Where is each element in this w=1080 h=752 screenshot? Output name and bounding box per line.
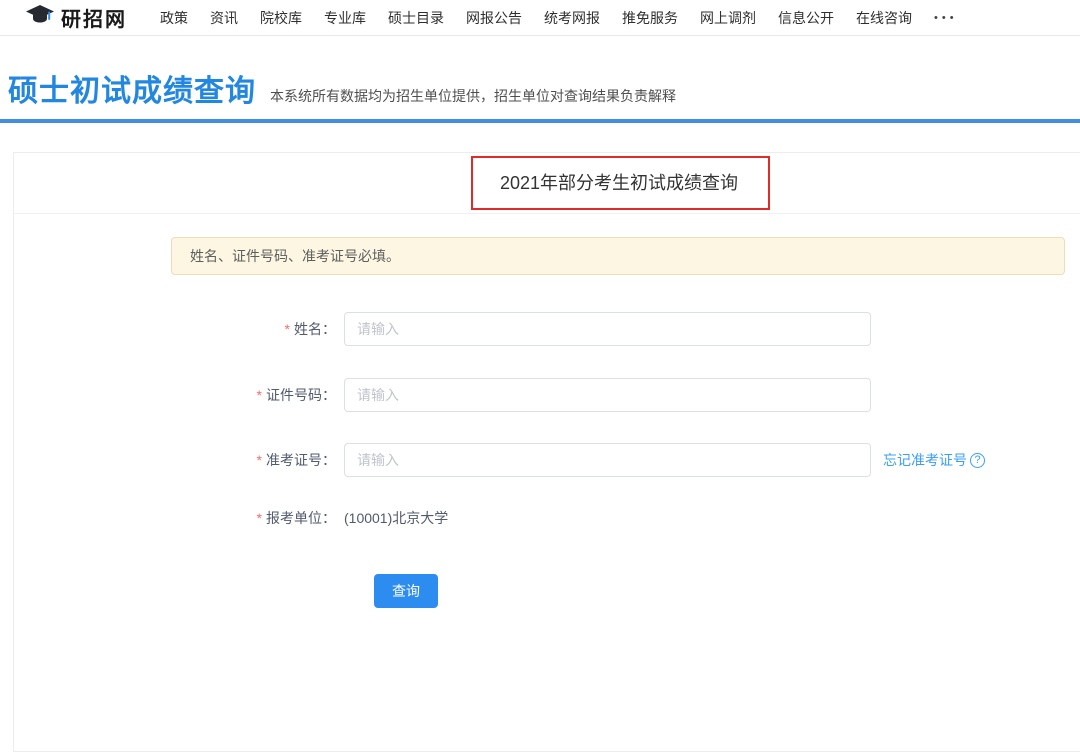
form-row-ticket: *准考证号： 忘记准考证号 ? — [14, 443, 1080, 477]
card-title: 2021年部分考生初试成绩查询 — [14, 153, 1080, 214]
nav-item-policy[interactable]: 政策 — [149, 8, 199, 28]
nav-item-consult[interactable]: 在线咨询 — [845, 8, 923, 28]
nav-item-info-public[interactable]: 信息公开 — [767, 8, 845, 28]
page-header: 硕士初试成绩查询 本系统所有数据均为招生单位提供，招生单位对查询结果负责解释 — [0, 36, 1080, 119]
form-row-name: *姓名： — [14, 312, 1080, 346]
name-label: *姓名： — [14, 312, 336, 346]
nav-item-unified-exam[interactable]: 统考网报 — [533, 8, 611, 28]
query-button[interactable]: 查询 — [374, 574, 438, 608]
nav-more-ellipsis-icon[interactable]: ••• — [923, 12, 969, 24]
nav-menu: 政策 资讯 院校库 专业库 硕士目录 网报公告 统考网报 推免服务 网上调剂 信… — [149, 8, 969, 28]
institution-label: *报考单位： — [14, 501, 336, 535]
required-asterisk: * — [257, 510, 262, 526]
required-asterisk: * — [257, 452, 262, 468]
top-nav: 研招网 政策 资讯 院校库 专业库 硕士目录 网报公告 统考网报 推免服务 网上… — [0, 0, 1080, 36]
nav-item-adjustment[interactable]: 网上调剂 — [689, 8, 767, 28]
blue-divider — [0, 119, 1080, 123]
required-asterisk: * — [257, 387, 262, 403]
required-asterisk: * — [285, 321, 290, 337]
nav-item-exempt-service[interactable]: 推免服务 — [611, 8, 689, 28]
form-row-id-number: *证件号码： — [14, 378, 1080, 412]
nav-item-online-notice[interactable]: 网报公告 — [455, 8, 533, 28]
forgot-ticket-link[interactable]: 忘记准考证号 ? — [883, 443, 985, 477]
card-header: 2021年部分考生初试成绩查询 — [14, 153, 1080, 214]
nav-item-master-catalog[interactable]: 硕士目录 — [377, 8, 455, 28]
page-title: 硕士初试成绩查询 — [8, 66, 256, 110]
institution-value: (10001)北京大学 — [344, 501, 448, 535]
form-row-submit: 查询 — [14, 574, 1080, 608]
query-card: 2021年部分考生初试成绩查询 姓名、证件号码、准考证号必填。 *姓名： *证件… — [13, 152, 1080, 752]
required-fields-notice: 姓名、证件号码、准考证号必填。 — [171, 237, 1065, 275]
ticket-input[interactable] — [344, 443, 871, 477]
logo-text: 研招网 — [61, 3, 127, 32]
name-input[interactable] — [344, 312, 871, 346]
id-number-input[interactable] — [344, 378, 871, 412]
nav-item-majors[interactable]: 专业库 — [313, 8, 377, 28]
id-number-label: *证件号码： — [14, 378, 336, 412]
ticket-label: *准考证号： — [14, 443, 336, 477]
graduation-cap-icon — [25, 4, 55, 31]
site-logo[interactable]: 研招网 — [25, 3, 127, 32]
nav-item-news[interactable]: 资讯 — [199, 8, 249, 28]
page-subtitle: 本系统所有数据均为招生单位提供，招生单位对查询结果负责解释 — [270, 86, 676, 106]
nav-item-institutions[interactable]: 院校库 — [249, 8, 313, 28]
question-circle-icon: ? — [970, 453, 985, 468]
form-row-institution: *报考单位： (10001)北京大学 — [14, 501, 1080, 535]
